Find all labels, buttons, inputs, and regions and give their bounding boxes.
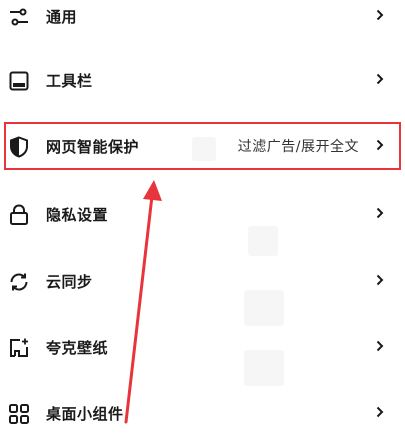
widgets-icon <box>6 401 32 427</box>
settings-item-label: 隐私设置 <box>46 206 109 224</box>
settings-item-toolbar[interactable]: 工具栏 <box>0 60 405 100</box>
settings-list: 通用 工具栏 网页智能保护 过滤广告/展开全文 隐私设置 云同步 夸克壁纸 桌面… <box>0 0 405 434</box>
settings-item-label: 夸克壁纸 <box>46 339 109 357</box>
chevron-right-icon <box>375 335 385 357</box>
sliders-icon <box>6 4 32 30</box>
highlight-box <box>4 122 401 170</box>
settings-item-wallpaper[interactable]: 夸克壁纸 <box>0 327 405 367</box>
chevron-right-icon <box>375 401 385 423</box>
settings-item-cloud-sync[interactable]: 云同步 <box>0 261 405 301</box>
sync-icon <box>6 269 32 295</box>
settings-item-privacy[interactable]: 隐私设置 <box>0 194 405 234</box>
chevron-right-icon <box>375 68 385 90</box>
settings-item-label: 工具栏 <box>46 72 93 90</box>
settings-item-general[interactable]: 通用 <box>0 0 405 36</box>
chevron-right-icon <box>375 269 385 291</box>
settings-item-label: 通用 <box>46 8 78 26</box>
lock-icon <box>6 202 32 228</box>
settings-item-label: 桌面小组件 <box>46 405 124 423</box>
wallpaper-icon <box>6 335 32 361</box>
settings-item-widgets[interactable]: 桌面小组件 <box>0 393 405 433</box>
toolbar-icon <box>6 68 32 94</box>
settings-item-label: 云同步 <box>46 273 93 291</box>
chevron-right-icon <box>375 202 385 224</box>
chevron-right-icon <box>375 4 385 26</box>
